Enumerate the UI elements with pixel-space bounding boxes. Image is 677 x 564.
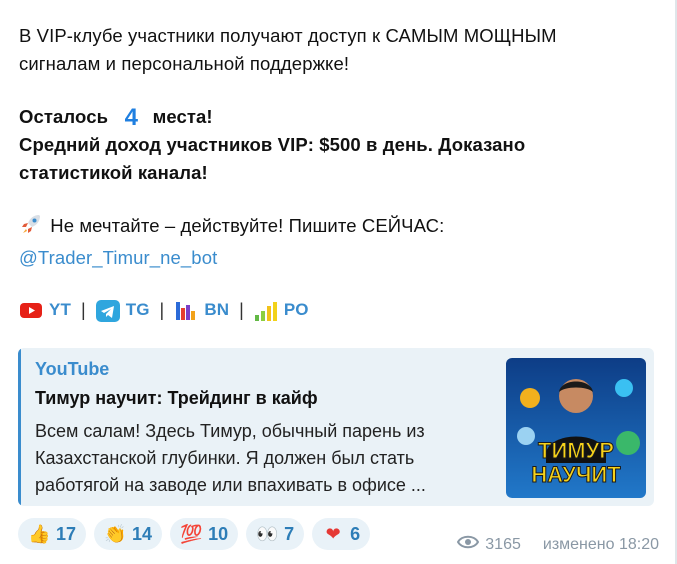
telegram-icon [95, 300, 120, 322]
reaction-count: 6 [350, 523, 361, 544]
reaction-heart[interactable]: ❤ 6 [312, 518, 371, 550]
reaction-count: 17 [56, 523, 77, 544]
message-meta: 3165 изменено 18:20 [457, 535, 659, 554]
reaction-count: 7 [284, 523, 295, 544]
social-links: YT | TG | BN | PO [19, 296, 649, 324]
cta-link-line: @Trader_Timur_ne_bot [19, 244, 649, 272]
social-link-bn[interactable]: BN [174, 296, 229, 324]
rocket-icon [19, 212, 45, 244]
preview-description-line: Казахстанской глубинки. Я должен был ста… [35, 448, 415, 468]
eyes-icon: 👀 [256, 523, 279, 544]
eye-icon [457, 535, 480, 554]
youtube-icon [19, 300, 43, 320]
views-count: 3165 [485, 535, 521, 553]
reactions-bar: 👍 17 👏 14 💯 10 👀 7 ❤ 6 [18, 518, 371, 550]
thumb-text-line: НАУЧИТ [531, 462, 621, 487]
signal-bars-icon [254, 300, 278, 321]
link-preview[interactable]: YouTube Тимур научит: Трейдинг в кайф Вс… [18, 348, 654, 506]
remaining-number: 4 [119, 106, 144, 130]
separator: | [80, 300, 86, 320]
thumbs-up-icon: 👍 [28, 523, 51, 544]
message-line: сигналам и персональной поддержке! [19, 53, 350, 74]
preview-site-name: YouTube [35, 359, 110, 379]
social-label: BN [204, 300, 230, 319]
reaction-thumbs-up[interactable]: 👍 17 [18, 518, 87, 550]
clap-icon: 👏 [104, 523, 127, 544]
remaining-line: Осталось 4 места! [19, 103, 649, 131]
reaction-hundred[interactable]: 💯 10 [170, 518, 239, 550]
social-label: PO [283, 300, 309, 319]
message-bubble: В VIP-клубе участники получают доступ к … [0, 0, 677, 564]
hundred-icon: 💯 [180, 523, 203, 544]
social-label: YT [49, 300, 71, 319]
message-line: В VIP-клубе участники получают доступ к … [19, 25, 557, 46]
separator: | [159, 300, 165, 320]
cta-text: Не мечтайте – действуйте! Пишите СЕЙЧАС: [50, 215, 445, 236]
remaining-suffix: места! [152, 106, 213, 127]
preview-description-line: работягой на заводе или впахивать в офис… [35, 475, 426, 495]
preview-accent-bar [18, 348, 21, 506]
separator: | [239, 300, 244, 320]
preview-description: Всем салам! Здесь Тимур, обычный парень … [35, 418, 500, 499]
bar-chart-icon [174, 300, 198, 320]
reaction-clap[interactable]: 👏 14 [94, 518, 163, 550]
preview-title: Тимур научит: Трейдинг в кайф [35, 388, 318, 408]
reaction-count: 10 [208, 523, 229, 544]
thumb-text-line: ТИМУР [538, 438, 614, 463]
social-link-yt[interactable]: YT [19, 296, 71, 324]
remaining-prefix: Осталось [19, 106, 109, 127]
reaction-eyes[interactable]: 👀 7 [246, 518, 305, 550]
preview-description-line: Всем салам! Здесь Тимур, обычный парень … [35, 421, 425, 441]
message-text: В VIP-клубе участники получают доступ к … [19, 22, 649, 324]
social-link-po[interactable]: PO [254, 296, 309, 324]
reaction-count: 14 [132, 523, 153, 544]
heart-icon: ❤ [325, 523, 341, 544]
income-line: статистикой канала! [19, 162, 208, 183]
social-label: TG [125, 300, 150, 319]
edited-time: изменено 18:20 [542, 535, 659, 553]
cta-line: Не мечтайте – действуйте! Пишите СЕЙЧАС: [19, 212, 649, 244]
income-line: Средний доход участников VIP: $500 в ден… [19, 134, 526, 155]
bot-link[interactable]: @Trader_Timur_ne_bot [19, 247, 217, 268]
preview-thumbnail[interactable]: ТИМУР НАУЧИТ [506, 358, 646, 498]
social-link-tg[interactable]: TG [95, 296, 150, 324]
